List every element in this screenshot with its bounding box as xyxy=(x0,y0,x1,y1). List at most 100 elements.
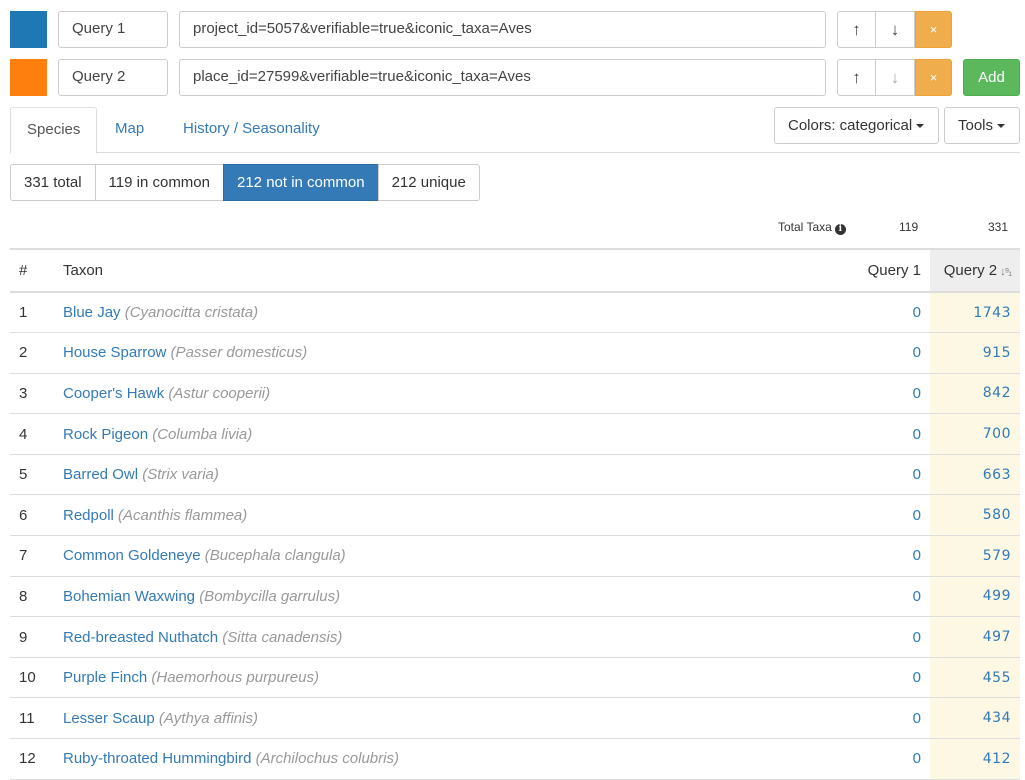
total-taxa-label: Total Taxa i xyxy=(778,220,846,238)
row-query-2-count[interactable]: 412 xyxy=(930,738,1020,780)
row-query-2-count[interactable]: 663 xyxy=(930,454,1020,495)
filter-unique-button[interactable]: 212 unique xyxy=(377,164,480,201)
taxon-common-name-link[interactable]: Barred Owl xyxy=(63,466,138,483)
taxon-common-name-link[interactable]: House Sparrow xyxy=(63,344,166,361)
tab-history-seasonality[interactable]: History / Seasonality xyxy=(167,107,336,153)
row-query-2-count[interactable]: 499 xyxy=(930,576,1020,617)
query-1-move-down-button[interactable]: ↓ xyxy=(876,11,915,48)
tab-map[interactable]: Map xyxy=(99,107,160,153)
table-row: 9 Red-breasted Nuthatch (Sitta canadensis… xyxy=(10,616,1020,658)
row-query-2-count[interactable]: 434 xyxy=(930,697,1020,739)
query-2-actions: ↑ ↓ × xyxy=(837,59,952,96)
row-taxon[interactable]: Common Goldeneye (Bucephala clangula) xyxy=(54,536,810,577)
header-query-1[interactable]: Query 1 xyxy=(810,249,930,292)
row-query-2-count[interactable]: 1743 xyxy=(930,292,1020,333)
filter-in-common-button[interactable]: 119 in common xyxy=(94,164,224,201)
colors-dropdown-button[interactable]: Colors: categorical xyxy=(774,107,939,144)
table-row: 6 Redpoll (Acanthis flammea) 0 580 xyxy=(10,494,1020,536)
row-taxon[interactable]: Bohemian Waxwing (Bombycilla garrulus) xyxy=(54,576,810,617)
header-taxon[interactable]: Taxon xyxy=(54,249,810,292)
tools-dropdown-button[interactable]: Tools xyxy=(944,107,1020,144)
filter-total-button[interactable]: 331 total xyxy=(10,164,96,201)
row-taxon[interactable]: Purple Finch (Haemorhous purpureus) xyxy=(54,657,810,698)
query-1-actions: ↑ ↓ × xyxy=(837,11,952,48)
total-taxa-query-1: 119 xyxy=(899,220,919,234)
query-1-move-up-button[interactable]: ↑ xyxy=(837,11,876,48)
row-query-1-count[interactable]: 0 xyxy=(810,414,930,455)
row-query-2-count[interactable]: 700 xyxy=(930,413,1020,455)
table-row: 12 Ruby-throated Hummingbird (Archilochus… xyxy=(10,738,1020,780)
row-query-1-count[interactable]: 0 xyxy=(810,536,930,577)
row-query-1-count[interactable]: 0 xyxy=(810,576,930,617)
row-taxon[interactable]: Lesser Scaup (Aythya affinis) xyxy=(54,698,810,739)
close-icon: × xyxy=(929,70,938,85)
row-query-1-count[interactable]: 0 xyxy=(810,698,930,739)
row-rank: 5 xyxy=(19,466,28,484)
query-1-name-input[interactable]: Query 1 xyxy=(58,11,168,48)
row-rank: 10 xyxy=(19,669,36,687)
row-query-1-count[interactable]: 0 xyxy=(810,333,930,374)
table-row: 2 House Sparrow (Passer domesticus) 0 915 xyxy=(10,332,1020,374)
taxon-common-name-link[interactable]: Rock Pigeon xyxy=(63,426,148,443)
row-taxon[interactable]: Rock Pigeon (Columba livia) xyxy=(54,414,810,455)
taxon-common-name-link[interactable]: Lesser Scaup xyxy=(63,710,155,727)
table-row: 1 Blue Jay (Cyanocitta cristata) 0 1743 xyxy=(10,292,1020,333)
row-rank: 11 xyxy=(19,709,35,727)
row-query-2-count[interactable]: 842 xyxy=(930,373,1020,414)
query-1-params-input[interactable]: project_id=5057&verifiable=true&iconic_t… xyxy=(179,11,826,48)
row-taxon[interactable]: House Sparrow (Passer domesticus) xyxy=(54,333,810,374)
header-query-2[interactable]: Query 2 ↓⁹₁ xyxy=(930,249,1020,292)
taxon-common-name-link[interactable]: Common Goldeneye xyxy=(63,547,201,564)
query-2-name-input[interactable]: Query 2 xyxy=(58,59,168,96)
table-row: 3 Cooper's Hawk (Astur cooperii) 0 842 xyxy=(10,373,1020,414)
tab-species[interactable]: Species xyxy=(10,107,98,154)
row-query-2-count[interactable]: 497 xyxy=(930,616,1020,658)
row-query-1-count[interactable]: 0 xyxy=(810,373,930,414)
query-2-remove-button[interactable]: × xyxy=(915,59,952,96)
taxa-filter-group: 331 total 119 in common 212 not in commo… xyxy=(10,164,480,201)
taxon-scientific-name: (Haemorhous purpureus) xyxy=(151,669,319,687)
row-taxon[interactable]: Cooper's Hawk (Astur cooperii) xyxy=(54,373,810,414)
row-query-1-count[interactable]: 0 xyxy=(810,454,930,495)
taxon-common-name-link[interactable]: Cooper's Hawk xyxy=(63,385,164,402)
header-rank: # xyxy=(19,262,28,279)
row-query-1-count[interactable]: 0 xyxy=(810,292,930,333)
query-1-color-swatch[interactable] xyxy=(10,11,47,48)
taxon-common-name-link[interactable]: Redpoll xyxy=(63,507,114,524)
row-query-2-count[interactable]: 455 xyxy=(930,657,1020,698)
row-query-1-count[interactable]: 0 xyxy=(810,617,930,658)
row-query-2-count[interactable]: 579 xyxy=(930,535,1020,577)
row-query-2-count[interactable]: 580 xyxy=(930,494,1020,536)
row-query-1-count[interactable]: 0 xyxy=(810,739,930,780)
query-2-move-down-button[interactable]: ↓ xyxy=(876,59,915,96)
row-query-2-count[interactable]: 915 xyxy=(930,332,1020,374)
header-query-2-label: Query 2 xyxy=(943,262,998,279)
total-taxa-query-2: 331 xyxy=(988,220,1009,234)
add-query-button[interactable]: Add xyxy=(963,59,1020,96)
filter-not-in-common-button[interactable]: 212 not in common xyxy=(223,164,379,201)
row-rank: 1 xyxy=(19,304,28,322)
row-query-1-count[interactable]: 0 xyxy=(810,495,930,536)
taxon-common-name-link[interactable]: Ruby-throated Hummingbird xyxy=(63,750,251,767)
query-2-params-input[interactable]: place_id=27599&verifiable=true&iconic_ta… xyxy=(179,59,826,96)
taxon-common-name-link[interactable]: Purple Finch xyxy=(63,669,147,686)
taxon-scientific-name: (Passer domesticus) xyxy=(170,344,308,362)
taxon-common-name-link[interactable]: Red-breasted Nuthatch xyxy=(63,629,218,646)
arrow-up-icon: ↑ xyxy=(852,67,861,87)
row-taxon[interactable]: Blue Jay (Cyanocitta cristata) xyxy=(54,292,810,333)
taxon-common-name-link[interactable]: Blue Jay xyxy=(63,304,121,321)
row-taxon[interactable]: Red-breasted Nuthatch (Sitta canadensis) xyxy=(54,617,810,658)
query-1-remove-button[interactable]: × xyxy=(915,11,952,48)
arrow-down-icon: ↓ xyxy=(890,67,900,87)
table-header-row: # Taxon Query 1 Query 2 ↓⁹₁ xyxy=(10,249,1020,292)
colors-dropdown-label: Colors: categorical xyxy=(788,117,913,134)
row-query-1-count[interactable]: 0 xyxy=(810,657,930,698)
taxon-common-name-link[interactable]: Bohemian Waxwing xyxy=(63,588,195,605)
row-taxon[interactable]: Barred Owl (Strix varia) xyxy=(54,454,810,495)
row-taxon[interactable]: Redpoll (Acanthis flammea) xyxy=(54,495,810,536)
arrow-up-icon: ↑ xyxy=(852,19,861,39)
info-icon[interactable]: i xyxy=(834,224,846,235)
row-taxon[interactable]: Ruby-throated Hummingbird (Archilochus c… xyxy=(54,739,810,780)
query-2-move-up-button[interactable]: ↑ xyxy=(837,59,876,96)
query-2-color-swatch[interactable] xyxy=(10,59,47,96)
